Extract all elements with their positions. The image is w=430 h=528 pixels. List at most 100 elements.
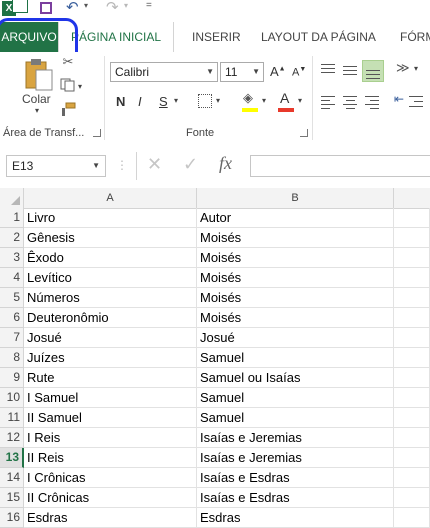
cell-autor[interactable]: Isaías e Esdras: [197, 488, 394, 508]
align-center-icon[interactable]: [342, 94, 358, 110]
cell-autor[interactable]: Moisés: [197, 228, 394, 248]
row-header[interactable]: 16: [0, 508, 24, 528]
column-header-b[interactable]: B: [197, 188, 394, 208]
cell-empty[interactable]: [394, 348, 430, 368]
font-size-combo[interactable]: 11 ▼: [220, 62, 264, 82]
cell-autor[interactable]: Moisés: [197, 308, 394, 328]
cell-autor[interactable]: Autor: [197, 208, 394, 228]
row-header[interactable]: 3: [0, 248, 24, 268]
cell-livro[interactable]: Levítico: [24, 268, 197, 288]
row-header[interactable]: 2: [0, 228, 24, 248]
tab-inserir[interactable]: INSERIR: [186, 22, 247, 52]
function-icon[interactable]: fx: [219, 153, 232, 174]
row-header[interactable]: 9: [0, 368, 24, 388]
fill-color-dropdown-icon[interactable]: ▾: [262, 96, 266, 105]
cell-autor[interactable]: Samuel: [197, 408, 394, 428]
select-all-corner[interactable]: [0, 188, 24, 208]
cell-livro[interactable]: II Samuel: [24, 408, 197, 428]
cell-empty[interactable]: [394, 228, 430, 248]
row-header[interactable]: 8: [0, 348, 24, 368]
column-header-a[interactable]: A: [24, 188, 197, 208]
cell-empty[interactable]: [394, 288, 430, 308]
cell-empty[interactable]: [394, 268, 430, 288]
undo-icon[interactable]: ↶: [66, 0, 79, 16]
row-header[interactable]: 6: [0, 308, 24, 328]
cell-empty[interactable]: [394, 508, 430, 528]
row-header[interactable]: 12: [0, 428, 24, 448]
row-header[interactable]: 5: [0, 288, 24, 308]
clipboard-launcher-icon[interactable]: [93, 129, 101, 137]
cell-livro[interactable]: Rute: [24, 368, 197, 388]
cut-icon[interactable]: ✂: [60, 54, 76, 70]
customize-qat-icon[interactable]: =: [146, 0, 152, 11]
cell-autor[interactable]: Moisés: [197, 268, 394, 288]
increase-indent-icon[interactable]: [408, 94, 424, 110]
row-header[interactable]: 14: [0, 468, 24, 488]
font-family-combo[interactable]: Calibri ▼: [110, 62, 218, 82]
shrink-font-icon[interactable]: A▼: [292, 66, 306, 79]
cell-empty[interactable]: [394, 428, 430, 448]
bold-button[interactable]: N: [116, 94, 125, 109]
align-top-icon[interactable]: [320, 62, 336, 78]
cell-empty[interactable]: [394, 308, 430, 328]
orientation-icon[interactable]: ≫: [396, 60, 410, 76]
row-header[interactable]: 4: [0, 268, 24, 288]
cell-empty[interactable]: [394, 488, 430, 508]
cell-empty[interactable]: [394, 368, 430, 388]
name-box[interactable]: E13 ▼: [6, 155, 106, 177]
font-color-icon[interactable]: A: [280, 90, 289, 106]
paste-label[interactable]: Colar: [22, 92, 51, 106]
cell-livro[interactable]: Livro: [24, 208, 197, 228]
grow-font-icon[interactable]: A▲: [270, 64, 286, 79]
column-header-c[interactable]: [394, 188, 430, 208]
tab-formulas[interactable]: FÓRM: [394, 22, 430, 52]
cell-empty[interactable]: [394, 408, 430, 428]
italic-button[interactable]: I: [138, 94, 142, 109]
cell-autor[interactable]: Samuel: [197, 388, 394, 408]
align-left-icon[interactable]: [320, 94, 336, 110]
row-header[interactable]: 10: [0, 388, 24, 408]
orientation-dropdown-icon[interactable]: ▾: [414, 64, 418, 73]
row-header[interactable]: 1: [0, 208, 24, 228]
undo-dropdown-icon[interactable]: ▾: [84, 1, 88, 10]
underline-dropdown-icon[interactable]: ▾: [174, 96, 178, 105]
cell-autor[interactable]: Moisés: [197, 288, 394, 308]
cell-empty[interactable]: [394, 248, 430, 268]
save-icon[interactable]: [40, 2, 52, 14]
cell-livro[interactable]: I Reis: [24, 428, 197, 448]
cell-livro[interactable]: I Crônicas: [24, 468, 197, 488]
align-bottom-icon[interactable]: [362, 60, 384, 82]
align-middle-icon[interactable]: [342, 62, 358, 78]
paste-button[interactable]: [22, 58, 54, 92]
row-header[interactable]: 15: [0, 488, 24, 508]
copy-dropdown-icon[interactable]: ▾: [78, 82, 82, 91]
cell-livro[interactable]: Êxodo: [24, 248, 197, 268]
decrease-indent-icon[interactable]: ⇤: [394, 92, 404, 106]
format-painter-icon[interactable]: [60, 102, 76, 116]
cell-livro[interactable]: Deuteronômio: [24, 308, 197, 328]
copy-icon[interactable]: [60, 78, 76, 92]
cell-empty[interactable]: [394, 328, 430, 348]
chevron-down-icon[interactable]: ▼: [92, 156, 100, 176]
cell-autor[interactable]: Isaías e Jeremias: [197, 428, 394, 448]
cell-livro[interactable]: I Samuel: [24, 388, 197, 408]
fill-color-icon[interactable]: ◈: [243, 90, 253, 106]
cell-livro[interactable]: Números: [24, 288, 197, 308]
align-right-icon[interactable]: [364, 94, 380, 110]
formula-input[interactable]: [250, 155, 430, 177]
cell-autor[interactable]: Esdras: [197, 508, 394, 528]
cell-autor[interactable]: Moisés: [197, 248, 394, 268]
cell-livro[interactable]: Josué: [24, 328, 197, 348]
cell-livro[interactable]: II Reis: [24, 448, 197, 468]
cell-autor[interactable]: Isaías e Esdras: [197, 468, 394, 488]
cell-empty[interactable]: [394, 468, 430, 488]
cell-autor[interactable]: Samuel: [197, 348, 394, 368]
cell-livro[interactable]: Gênesis: [24, 228, 197, 248]
cell-livro[interactable]: Juízes: [24, 348, 197, 368]
cell-empty[interactable]: [394, 208, 430, 228]
row-header[interactable]: 7: [0, 328, 24, 348]
underline-button[interactable]: S: [159, 94, 168, 109]
cell-empty[interactable]: [394, 448, 430, 468]
borders-icon[interactable]: [198, 94, 212, 108]
cell-livro[interactable]: Esdras: [24, 508, 197, 528]
